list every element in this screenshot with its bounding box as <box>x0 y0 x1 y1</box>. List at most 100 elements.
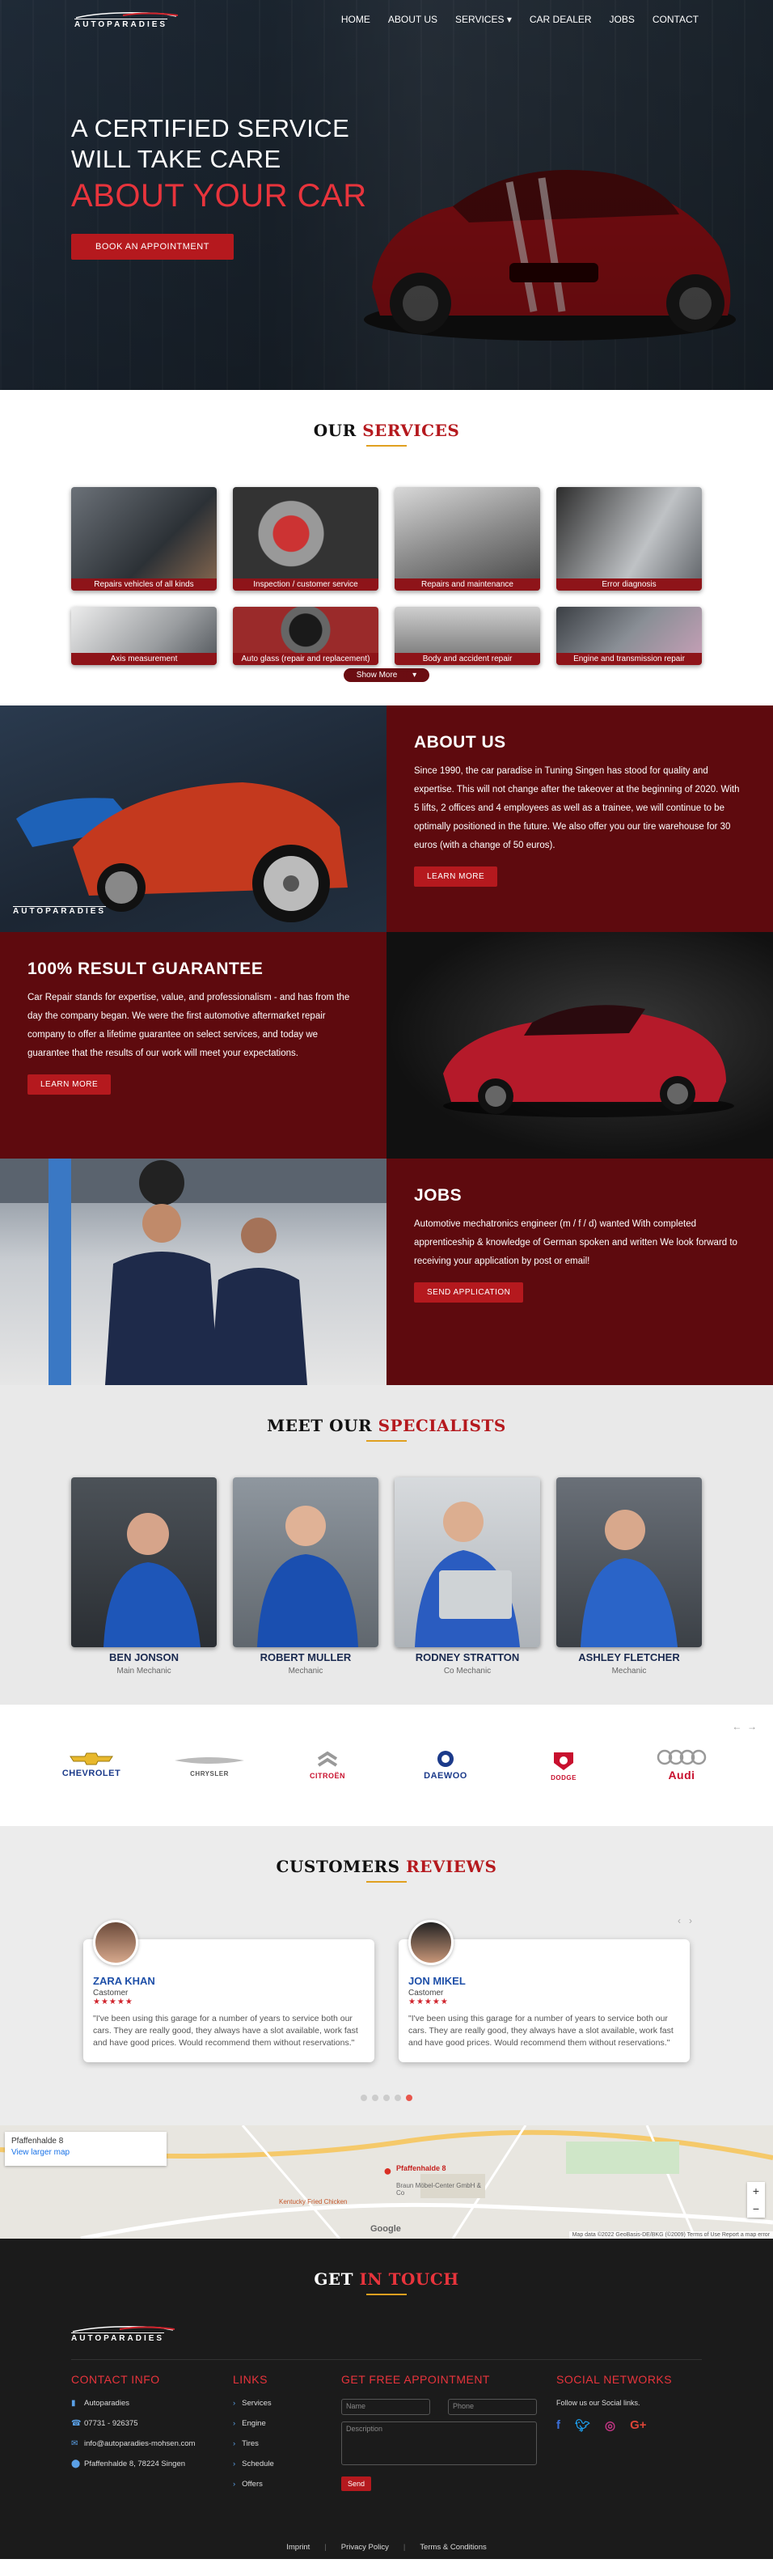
about-content: ABOUT US Since 1990, the car paradise in… <box>386 705 773 932</box>
avatar <box>93 1920 138 1965</box>
terms-link[interactable]: Terms & Conditions <box>420 2543 486 2552</box>
services-title: OUR SERVICES <box>313 421 460 440</box>
arrow-right-icon[interactable]: → <box>747 1721 757 1732</box>
send-button[interactable]: Send <box>341 2476 372 2491</box>
guarantee-content: 100% RESULT GUARANTEE Car Repair stands … <box>0 932 386 1159</box>
send-application-button[interactable]: SEND APPLICATION <box>414 1282 524 1303</box>
map-place-card: Pfaffenhalde 8 View larger map <box>5 2132 167 2166</box>
name-input[interactable]: Name <box>341 2399 430 2415</box>
service-card[interactable]: Axis measurement <box>71 607 217 665</box>
description-input[interactable]: Description <box>341 2421 537 2465</box>
footer-link-engine[interactable]: › Engine <box>233 2419 341 2428</box>
chevron-right-icon: › <box>233 2399 236 2408</box>
reviews-title: CUSTOMERS REVIEWS <box>276 1857 497 1876</box>
service-card[interactable]: Body and accident repair <box>395 607 540 665</box>
hero-line-2: WILL TAKE CARE <box>71 145 281 173</box>
email-link[interactable]: ✉ info@autoparadies-mohsen.com <box>71 2439 233 2448</box>
guarantee-title: 100% RESULT GUARANTEE <box>27 960 264 978</box>
specialist-card[interactable]: RODNEY STRATTON Co Mechanic <box>395 1477 540 1676</box>
nav-jobs[interactable]: JOBS <box>610 14 635 25</box>
footer-link-services[interactable]: › Services <box>233 2399 341 2408</box>
brands-carousel: ← → CHEVROLET CHRYSLER CITROËN DAEWOO DO… <box>0 1705 773 1826</box>
nav-services[interactable]: SERVICES ▾ <box>455 14 512 25</box>
service-card[interactable]: Repairs and maintenance <box>395 487 540 591</box>
reviews-carousel: ZARA KHAN Castomer ★★★★★ "I've been usin… <box>0 1920 773 2062</box>
carousel-dots <box>0 2095 773 2101</box>
google-plus-icon[interactable]: G+ <box>630 2418 646 2433</box>
contact-info-column: CONTACT INFO ▮ Autoparadies ☎ 07731 - 9263… <box>71 2373 233 2500</box>
specialists-grid: BEN JONSON Main Mechanic ROBERT MULLER M… <box>0 1477 773 1676</box>
service-card[interactable]: Inspection / customer service <box>233 487 378 591</box>
about-learn-more-button[interactable]: LEARN MORE <box>414 866 498 887</box>
brand-chevrolet[interactable]: CHEVROLET <box>47 1752 136 1778</box>
hero-line-1: A CERTIFIED SERVICE <box>71 114 350 142</box>
chevron-right-icon: › <box>233 2419 236 2428</box>
site-logo[interactable]: AUTOPARADIES <box>74 11 180 29</box>
map-zoom-controls: + − <box>747 2182 765 2218</box>
title-divider <box>366 1881 407 1883</box>
dodge-ram-logo-icon <box>554 1752 573 1770</box>
services-section: OUR SERVICES Repairs vehicles of all kin… <box>0 390 773 705</box>
about-title: ABOUT US <box>414 733 506 752</box>
imprint-link[interactable]: Imprint <box>286 2543 310 2552</box>
nav-menu: HOME ABOUT US SERVICES ▾ CAR DEALER JOBS… <box>341 14 699 25</box>
jobs-text: Automotive mechatronics engineer (m / f … <box>414 1219 737 1266</box>
brand-audi[interactable]: Audi <box>637 1749 726 1782</box>
nav-car-dealer[interactable]: CAR DEALER <box>530 14 592 25</box>
phone-link[interactable]: ☎ 07731 - 926375 <box>71 2419 233 2428</box>
service-card[interactable]: Error diagnosis <box>556 487 702 591</box>
service-card[interactable]: Auto glass (repair and replacement) <box>233 607 378 665</box>
instagram-icon[interactable]: ◎ <box>605 2418 615 2433</box>
guarantee-image <box>386 932 773 1159</box>
footer-link-tires[interactable]: › Tires <box>233 2439 341 2448</box>
brand-chrysler[interactable]: CHRYSLER <box>165 1754 254 1777</box>
get-in-touch-title: GET IN TOUCH <box>314 2269 459 2289</box>
reviews-section: CUSTOMERS REVIEWS ‹ › ZARA KHAN Castomer… <box>0 1826 773 2125</box>
logo-swoosh-icon <box>75 11 179 19</box>
show-more-button[interactable]: Show More ▾ <box>343 668 430 682</box>
logo-swoosh-icon <box>72 2326 175 2332</box>
jobs-image <box>0 1159 386 1385</box>
nav-about-us[interactable]: ABOUT US <box>388 14 437 25</box>
brand-daewoo[interactable]: DAEWOO <box>401 1750 490 1781</box>
service-card[interactable]: Engine and transmission repair <box>556 607 702 665</box>
footer-bottom-links: Imprint | Privacy Policy | Terms & Conditi… <box>286 2542 487 2552</box>
zoom-in-icon[interactable]: + <box>747 2182 765 2200</box>
review-card: ZARA KHAN Castomer ★★★★★ "I've been usin… <box>83 1920 374 2062</box>
arrow-left-icon[interactable]: ← <box>732 1721 741 1732</box>
phone-input[interactable]: Phone <box>448 2399 537 2415</box>
zoom-out-icon[interactable]: − <box>747 2200 765 2218</box>
nav-home[interactable]: HOME <box>341 14 370 25</box>
view-larger-map-link[interactable]: View larger map <box>11 2148 160 2157</box>
avatar <box>408 1920 454 1965</box>
service-card[interactable]: Repairs vehicles of all kinds <box>71 487 217 591</box>
book-appointment-button[interactable]: BOOK AN APPOINTMENT <box>71 234 234 260</box>
hero-line-3: ABOUT YOUR CAR <box>71 178 367 214</box>
footer-link-schedule[interactable]: › Schedule <box>233 2459 341 2468</box>
about-text: Since 1990, the car paradise in Tuning S… <box>414 766 740 850</box>
footer-logo[interactable]: AUTOPARADIES <box>71 2324 702 2343</box>
map-pin-icon[interactable]: ● <box>383 2163 392 2180</box>
facebook-icon[interactable]: f <box>556 2418 560 2433</box>
specialist-card[interactable]: ROBERT MULLER Mechanic <box>233 1477 378 1676</box>
jobs-content: JOBS Automotive mechatronics engineer (m… <box>386 1159 773 1385</box>
brand-dodge[interactable]: DODGE <box>519 1750 608 1782</box>
specialist-card[interactable]: BEN JONSON Main Mechanic <box>71 1477 217 1676</box>
arrow-right-icon[interactable]: › <box>689 1915 692 1926</box>
rating-stars-icon: ★★★★★ <box>93 1998 133 2006</box>
nav-contact[interactable]: CONTACT <box>653 14 699 25</box>
guarantee-section: 100% RESULT GUARANTEE Car Repair stands … <box>0 932 773 1159</box>
twitter-icon[interactable]: 🐦︎ <box>575 2418 590 2433</box>
brand-citroen[interactable]: CITROËN <box>283 1751 372 1780</box>
arrow-left-icon[interactable]: ‹ <box>678 1915 681 1926</box>
hero-headline: A CERTIFIED SERVICE WILL TAKE CARE ABOUT… <box>71 113 367 260</box>
footer-link-offers[interactable]: › Offers <box>233 2480 341 2489</box>
review-text: "I've been using this garage for a numbe… <box>408 2014 674 2048</box>
specialist-card[interactable]: ASHLEY FLETCHER Mechanic <box>556 1477 702 1676</box>
map-embed[interactable]: Pfaffenhalde 8 View larger map ● Pfaffen… <box>0 2125 773 2239</box>
phone-icon: ☎ <box>71 2419 82 2428</box>
privacy-policy-link[interactable]: Privacy Policy <box>341 2543 389 2552</box>
footer: GET IN TOUCH AUTOPARADIES CONTACT INFO ▮… <box>0 2239 773 2559</box>
guarantee-learn-more-button[interactable]: LEARN MORE <box>27 1074 112 1095</box>
specialist-photo <box>71 1477 217 1647</box>
